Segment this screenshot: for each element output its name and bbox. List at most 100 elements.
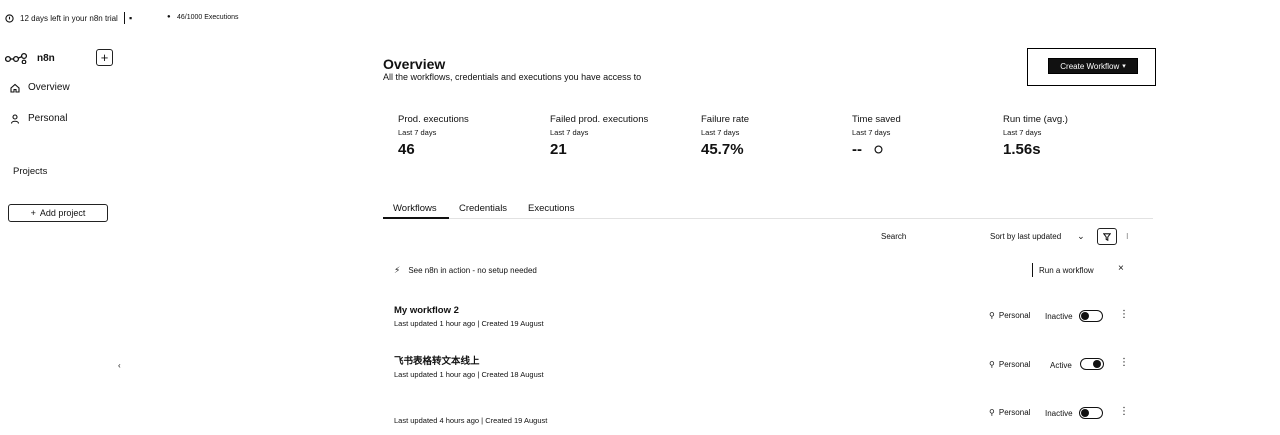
workflow-row[interactable]: 飞书表格转文本线上 Last updated 1 hour ago | Crea… (394, 353, 544, 379)
workflow-updated: Last updated 1 hour ago (394, 370, 476, 379)
stat-value: 1.56s (1003, 141, 1041, 158)
workflow-updated: Last updated 4 hours ago (394, 416, 480, 425)
add-project-button[interactable]: + Add project (8, 204, 108, 222)
stat-period: Last 7 days (852, 128, 891, 137)
stat-prod-executions: Prod. executions Last 7 days 46 (398, 114, 538, 158)
workflow-meta: Last updated 1 hour ago | Created 18 Aug… (394, 370, 544, 379)
search-input[interactable]: Search (881, 232, 906, 241)
owner-badge: ⚲ Personal (989, 408, 1030, 417)
sidebar-item-overview[interactable]: Overview (10, 82, 70, 93)
kebab-menu-icon[interactable]: ⋮ (1119, 309, 1129, 320)
stat-failed-executions: Failed prod. executions Last 7 days 21 (550, 114, 690, 158)
stat-label: Run time (avg.) (1003, 114, 1068, 125)
stat-period: Last 7 days (398, 128, 437, 137)
stat-label: Failed prod. executions (550, 114, 649, 125)
home-icon (10, 83, 20, 93)
more-options-icon[interactable]: ⁝ (1126, 232, 1129, 241)
active-tab-indicator (383, 217, 449, 219)
stat-label: Failure rate (701, 114, 750, 125)
stat-period: Last 7 days (701, 128, 740, 137)
owner-label: Personal (998, 311, 1031, 320)
sidebar-item-label: Overview (28, 82, 70, 93)
owner-label: Personal (998, 408, 1031, 417)
workflow-created: Created 19 August (485, 416, 548, 425)
workflow-name[interactable]: 飞书表格转文本线上 (394, 353, 544, 367)
sort-select[interactable]: Sort by last updated ⌄ (990, 231, 1085, 242)
stat-value-row: -- (852, 141, 992, 158)
create-workflow-container: Create Workflow ▾ (1027, 48, 1156, 86)
user-icon (10, 113, 20, 124)
dropdown-marker-icon[interactable]: ▪ (129, 13, 132, 23)
stat-label: Prod. executions (398, 114, 469, 125)
stat-value: 45.7% (701, 141, 744, 158)
divider (124, 12, 125, 24)
chevron-down-icon: ⌄ (1077, 231, 1085, 241)
stat-value: 21 (550, 141, 567, 158)
info-icon (5, 14, 14, 25)
owner-badge: ⚲ Personal (989, 311, 1030, 320)
close-icon[interactable]: × (1118, 263, 1124, 274)
tab-workflows[interactable]: Workflows (393, 203, 437, 214)
user-icon: ⚲ (989, 311, 995, 320)
info-icon[interactable] (874, 145, 883, 154)
page-subtitle: All the workflows, credentials and execu… (383, 72, 642, 82)
workflow-name[interactable] (394, 402, 547, 413)
workflow-row[interactable]: My workflow 2 Last updated 1 hour ago | … (394, 305, 544, 328)
stat-run-time: Run time (avg.) Last 7 days 1.56s (1003, 114, 1143, 158)
create-workflow-button[interactable]: Create Workflow ▾ (1048, 58, 1138, 74)
n8n-logo-icon (5, 52, 28, 64)
workflow-name[interactable]: My workflow 2 (394, 305, 544, 316)
workflow-created: Created 18 August (481, 370, 544, 379)
collapse-sidebar-icon[interactable]: ‹ (118, 361, 121, 370)
owner-badge: ⚲ Personal (989, 360, 1030, 369)
stat-value: -- (852, 141, 862, 158)
filter-button[interactable] (1097, 228, 1117, 245)
stat-period: Last 7 days (1003, 128, 1042, 137)
new-item-button[interactable]: + (96, 49, 113, 66)
callout-text: See n8n in action - no setup needed (408, 266, 537, 275)
trial-days-text: 12 days left in your n8n trial (20, 14, 118, 23)
active-toggle[interactable] (1079, 407, 1103, 419)
executions-usage-text: 46/1000 Executions (177, 14, 239, 21)
chevron-down-icon[interactable]: ▾ (1122, 62, 1126, 70)
lightning-icon: ⚡ (394, 265, 401, 275)
user-icon: ⚲ (989, 360, 995, 369)
filter-icon (1103, 232, 1111, 241)
trial-banner: 12 days left in your n8n trial ▪ ● 46/10… (0, 0, 1280, 38)
run-workflow-button[interactable]: Run a workflow (1032, 263, 1100, 277)
active-toggle[interactable] (1080, 358, 1104, 370)
plus-icon: + (30, 208, 36, 218)
kebab-menu-icon[interactable]: ⋮ (1119, 357, 1129, 368)
projects-heading: Projects (13, 166, 48, 177)
logo-text: n8n (37, 52, 55, 64)
active-toggle[interactable] (1079, 310, 1103, 322)
stat-label: Time saved (852, 114, 901, 125)
owner-label: Personal (998, 360, 1031, 369)
workflow-row[interactable]: Last updated 4 hours ago | Created 19 Au… (394, 402, 547, 425)
user-icon: ⚲ (989, 408, 995, 417)
workflow-updated: Last updated 1 hour ago (394, 319, 476, 328)
page-title: Overview (383, 56, 446, 72)
tab-credentials[interactable]: Credentials (459, 203, 507, 214)
stat-failure-rate: Failure rate Last 7 days 45.7% (701, 114, 841, 158)
sidebar-item-personal[interactable]: Personal (10, 113, 67, 124)
status-label: Inactive (1045, 312, 1073, 321)
workflow-meta: Last updated 1 hour ago | Created 19 Aug… (394, 319, 544, 328)
n8n-logo[interactable]: n8n (5, 52, 55, 64)
execution-dot-icon: ● (167, 14, 171, 20)
kebab-menu-icon[interactable]: ⋮ (1119, 406, 1129, 417)
add-project-label: Add project (39, 208, 86, 218)
tab-executions[interactable]: Executions (528, 203, 574, 214)
stat-time-saved: Time saved Last 7 days -- (852, 114, 992, 158)
demo-callout: ⚡ See n8n in action - no setup needed (394, 265, 537, 276)
workflow-created: Created 19 August (481, 319, 544, 328)
stat-period: Last 7 days (550, 128, 589, 137)
sort-label: Sort by last updated (990, 232, 1062, 241)
sidebar: n8n + Overview Personal Projects + Add p… (0, 38, 126, 435)
status-label: Inactive (1045, 409, 1073, 418)
status-label: Active (1050, 361, 1072, 370)
tabs-divider (383, 218, 1153, 219)
workflow-meta: Last updated 4 hours ago | Created 19 Au… (394, 416, 548, 425)
create-workflow-label: Create Workflow (1060, 61, 1120, 71)
stat-value: 46 (398, 141, 415, 158)
